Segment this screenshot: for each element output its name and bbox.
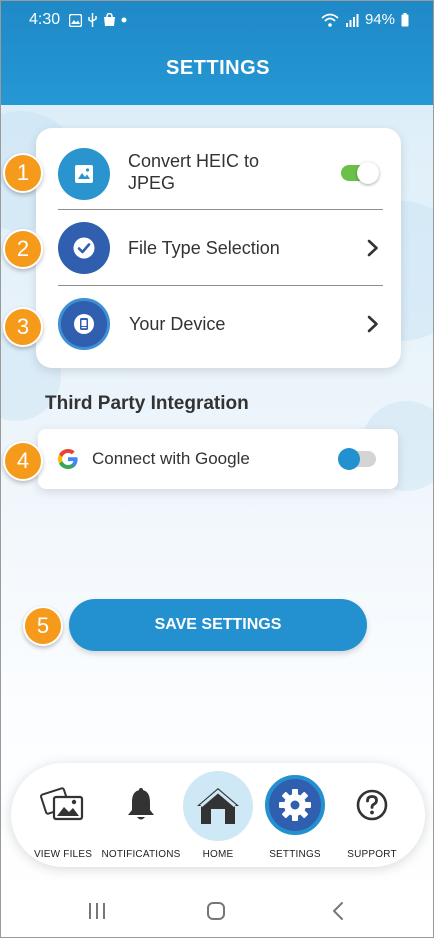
save-settings-button[interactable]: SAVE SETTINGS [69,599,367,651]
chevron-right-icon [367,315,378,333]
chevron-right-icon [367,239,378,257]
step-badge-4: 4 [3,441,43,481]
status-bar: 4:30 94% [1,1,433,41]
home-system-icon[interactable] [206,901,226,921]
connect-google-label: Connect with Google [92,449,250,468]
google-logo-icon [58,449,78,469]
shopping-bag-icon [104,13,115,26]
nav-view-files[interactable]: VIEW FILES [22,763,104,867]
your-device-row[interactable]: Your Device [36,286,401,362]
nav-label-home: HOME [202,849,234,860]
toggle-knob [357,162,379,184]
convert-heic-label: Convert HEIC to JPEG [128,150,259,194]
battery-percent: 94% [364,11,395,28]
page-title: SETTINGS [165,57,270,79]
convert-heic-label-line1: Convert HEIC to [128,151,260,171]
bell-icon [124,787,158,823]
nav-label-settings: SETTINGS [269,849,321,860]
your-device-label: Your Device [129,314,226,334]
usb-icon [88,13,97,27]
question-icon [356,789,388,821]
home-icon [183,771,253,841]
step-badge-3: 3 [3,307,43,347]
step-badge-5: 5 [23,606,63,646]
convert-heic-label-line2: JPEG [128,173,176,193]
system-navigation-bar [1,881,433,937]
bottom-navigation: VIEW FILES NOTIFICATIONS HOME SETTINGS S… [11,763,425,867]
settings-card: Convert HEIC to JPEG File Type Selection… [36,128,401,368]
nav-home[interactable]: HOME [177,763,259,867]
step-badge-2: 2 [3,229,43,269]
app-screen: 4:30 94% SETTINGS Convert HEIC to JPEG F… [0,0,434,938]
nav-settings[interactable]: SETTINGS [254,763,336,867]
nav-label-support: SUPPORT [347,849,397,860]
wifi-icon [321,13,339,27]
third-party-heading: Third Party Integration [45,393,249,414]
photos-icon [40,785,86,825]
battery-icon [401,12,409,26]
status-notification-icons [69,13,127,27]
device-icon [58,298,110,350]
connect-google-card[interactable]: Connect with Google [38,429,398,489]
convert-heic-toggle[interactable] [341,162,379,184]
status-system-icons: 94% [321,11,409,28]
check-circle-icon [58,222,110,274]
file-type-selection-row[interactable]: File Type Selection [36,210,401,286]
nav-notifications[interactable]: NOTIFICATIONS [100,763,182,867]
gallery-notification-icon [69,13,82,27]
image-icon [58,148,110,200]
step-badge-1: 1 [3,153,43,193]
nav-support[interactable]: SUPPORT [331,763,413,867]
convert-heic-row[interactable]: Convert HEIC to JPEG [36,128,401,204]
connect-google-toggle[interactable] [338,448,376,470]
nav-label-notifications: NOTIFICATIONS [101,849,181,860]
file-type-selection-label: File Type Selection [128,238,280,258]
toggle-knob [338,448,360,470]
dot-icon [121,17,127,23]
gear-icon [265,775,325,835]
signal-icon [345,13,359,27]
app-header: 4:30 94% SETTINGS [1,1,433,105]
back-icon[interactable] [331,901,345,921]
recent-apps-icon[interactable] [87,902,107,920]
status-time: 4:30 [29,11,61,28]
nav-label-view-files: VIEW FILES [33,849,93,860]
